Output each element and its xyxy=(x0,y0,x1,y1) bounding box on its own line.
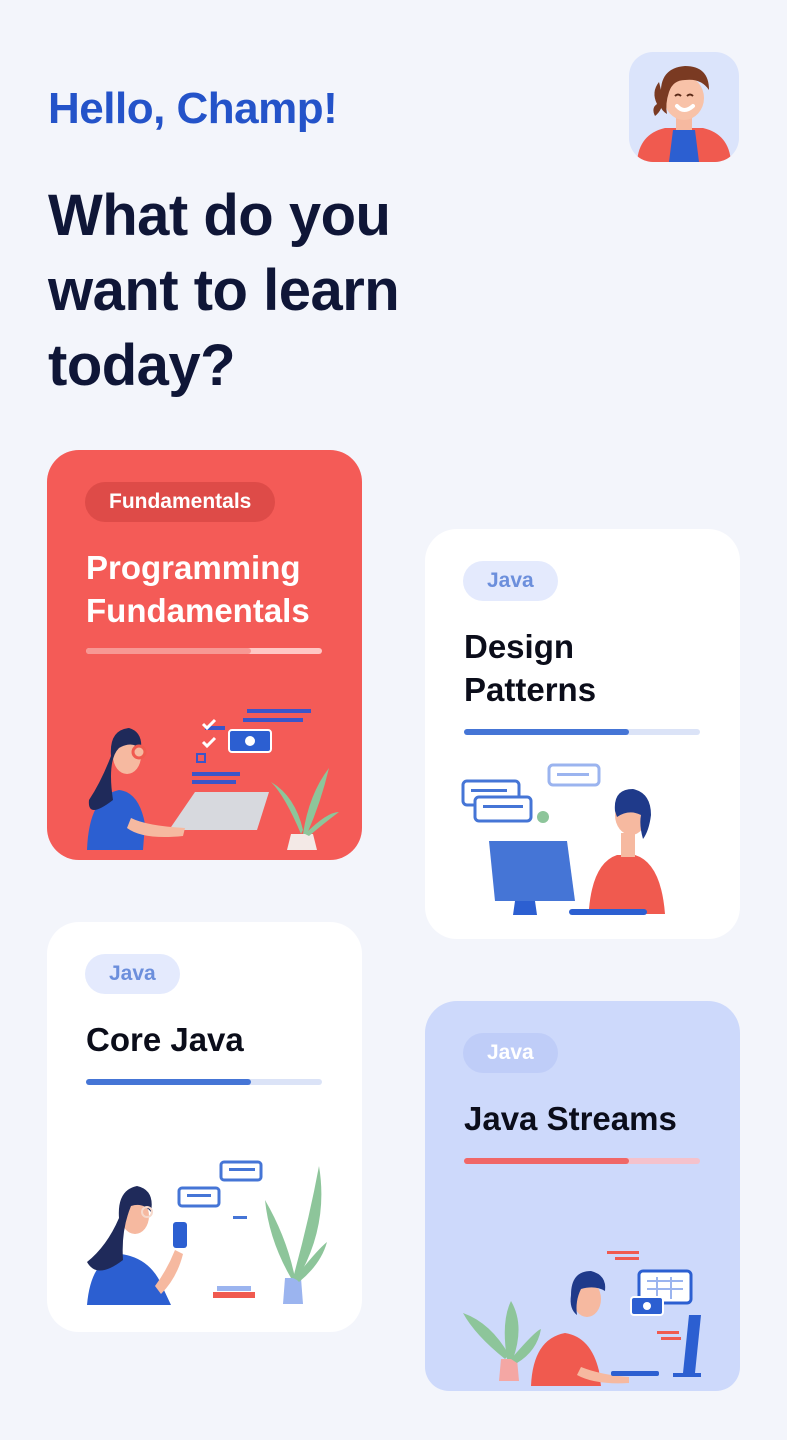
progress-bar xyxy=(86,1079,322,1085)
category-chip: Java xyxy=(463,561,558,601)
course-title: Java Streams xyxy=(464,1100,677,1137)
man-computer-illustration xyxy=(461,763,665,915)
progress-bar xyxy=(86,648,322,654)
progress-bar xyxy=(464,1158,700,1164)
course-title: Programming Fundamentals xyxy=(86,549,310,629)
avatar[interactable] xyxy=(629,52,739,162)
progress-bar xyxy=(464,729,700,735)
course-title: Design Patterns xyxy=(464,628,597,708)
profile-avatar-icon xyxy=(637,66,731,162)
woman-laptop-illustration xyxy=(87,709,339,850)
man-monitor-illustration xyxy=(463,1251,701,1386)
category-chip: Java xyxy=(463,1033,558,1073)
page-title: What do you want to learn today? xyxy=(48,183,400,398)
progress-fill xyxy=(464,1158,630,1164)
progress-fill xyxy=(86,1079,252,1085)
course-title: Core Java xyxy=(86,1021,244,1058)
course-card-core-java[interactable]: Java Core Java xyxy=(47,922,362,1332)
course-card-programming-fundamentals[interactable]: Fundamentals Programming Fundamentals xyxy=(47,450,362,860)
greeting: Hello, Champ! xyxy=(48,84,338,133)
course-card-design-patterns[interactable]: Java Design Patterns xyxy=(425,529,740,939)
course-card-java-streams[interactable]: Java Java Streams xyxy=(425,1001,740,1391)
progress-fill xyxy=(464,729,630,735)
category-chip: Java xyxy=(85,954,180,994)
category-chip: Fundamentals xyxy=(85,482,276,522)
progress-fill xyxy=(86,648,252,654)
woman-phone-illustration xyxy=(87,1160,327,1305)
